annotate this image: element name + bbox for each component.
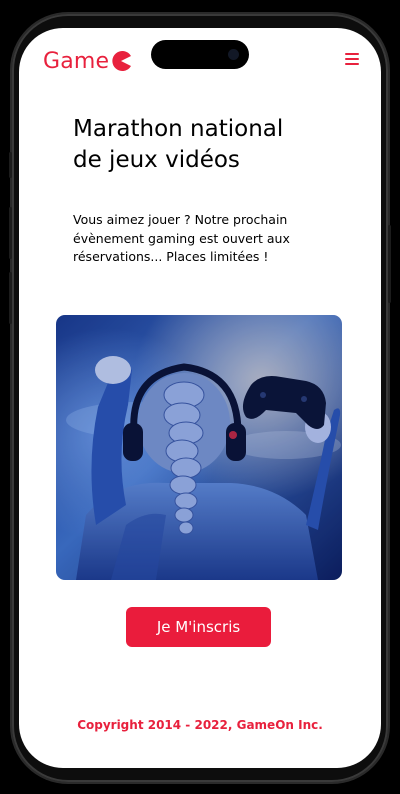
hamburger-menu-icon[interactable] xyxy=(345,53,359,65)
event-description: Vous aimez jouer ? Notre prochain évènem… xyxy=(73,212,290,264)
gamer-photo xyxy=(56,315,342,580)
logo-text: Game xyxy=(43,48,110,74)
phone-screen: Game Marathon national de jeux vidéos Vo… xyxy=(19,28,381,768)
gameon-logo[interactable]: Game xyxy=(43,48,132,74)
phone-side-button xyxy=(9,152,12,178)
footer-copyright: Copyright 2014 - 2022, GameOn Inc. xyxy=(77,718,323,732)
signup-button[interactable]: Je M'inscris xyxy=(126,607,271,647)
phone-power-button xyxy=(388,225,391,303)
page-title: Marathon national de jeux vidéos xyxy=(73,116,284,173)
phone-volume-down-button xyxy=(9,272,12,324)
phone-volume-up-button xyxy=(9,207,12,259)
dynamic-island xyxy=(151,40,249,69)
front-camera-icon xyxy=(228,49,239,60)
hero-image xyxy=(56,315,342,580)
logo-pacman-icon xyxy=(112,51,132,71)
